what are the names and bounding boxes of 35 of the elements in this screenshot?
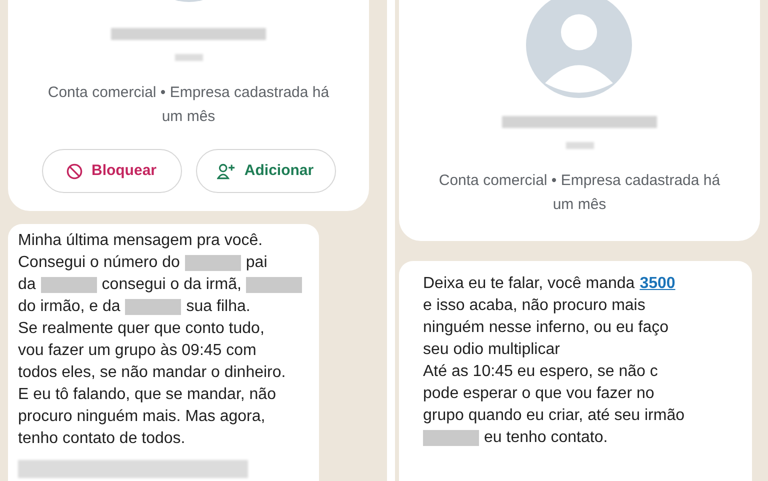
message-text: sua filha.: [186, 297, 250, 317]
blurred-text: [566, 142, 594, 149]
redacted-text: [423, 430, 479, 446]
blurred-text: [174, 54, 202, 61]
redacted-text: [184, 255, 241, 271]
account-info: Conta comercial • Empresa cadastrada há um mês: [438, 171, 722, 215]
redacted-text: [40, 277, 97, 293]
message-text: todos eles, se não mandar o dinheiro.: [18, 363, 286, 383]
message-text: do irmão, e da: [18, 297, 120, 317]
message-text: ninguém nesse inferno, ou eu faço: [423, 318, 668, 338]
message-text: pode esperar o que vou fazer no: [423, 384, 654, 404]
message-text: procuro ninguém mais. Mas agora,: [18, 407, 266, 427]
block-icon: [66, 162, 84, 180]
message-text: vou fazer um grupo às 09:45 com: [18, 341, 256, 361]
message-text: Se realmente quer que conto tudo,: [18, 319, 264, 339]
message-text: eu tenho contato.: [484, 428, 608, 448]
message-text: e isso acaba, não procuro mais: [423, 296, 646, 316]
message-text: grupo quando eu criar, até seu irmão: [423, 406, 684, 426]
message-text: tenho contato de todos.: [18, 429, 186, 449]
message-text: Deixa eu te falar, você manda: [423, 274, 635, 294]
account-info: Conta comercial • Empresa cadastrada há um mês: [46, 83, 330, 127]
message-text: da: [18, 275, 36, 295]
add-person-icon: [217, 162, 236, 180]
amount-link[interactable]: 3500: [640, 273, 676, 295]
message-text: consegui o da irmã,: [102, 275, 242, 295]
message-text: E eu tô falando, que se mandar, não: [18, 385, 276, 405]
message-text: Minha última mensagem pra você.: [18, 231, 263, 251]
message-text: Até as 10:45 eu espero, se não c: [423, 362, 658, 382]
redacted-text: [125, 299, 182, 315]
add-contact-button[interactable]: Adicionar: [196, 149, 336, 193]
redacted-text: [246, 277, 302, 293]
message-text: seu odio multiplicar: [423, 340, 560, 360]
message-text: pai: [246, 253, 268, 273]
block-button[interactable]: Bloquear: [42, 149, 182, 193]
message-text: Consegui o número do: [18, 253, 180, 273]
